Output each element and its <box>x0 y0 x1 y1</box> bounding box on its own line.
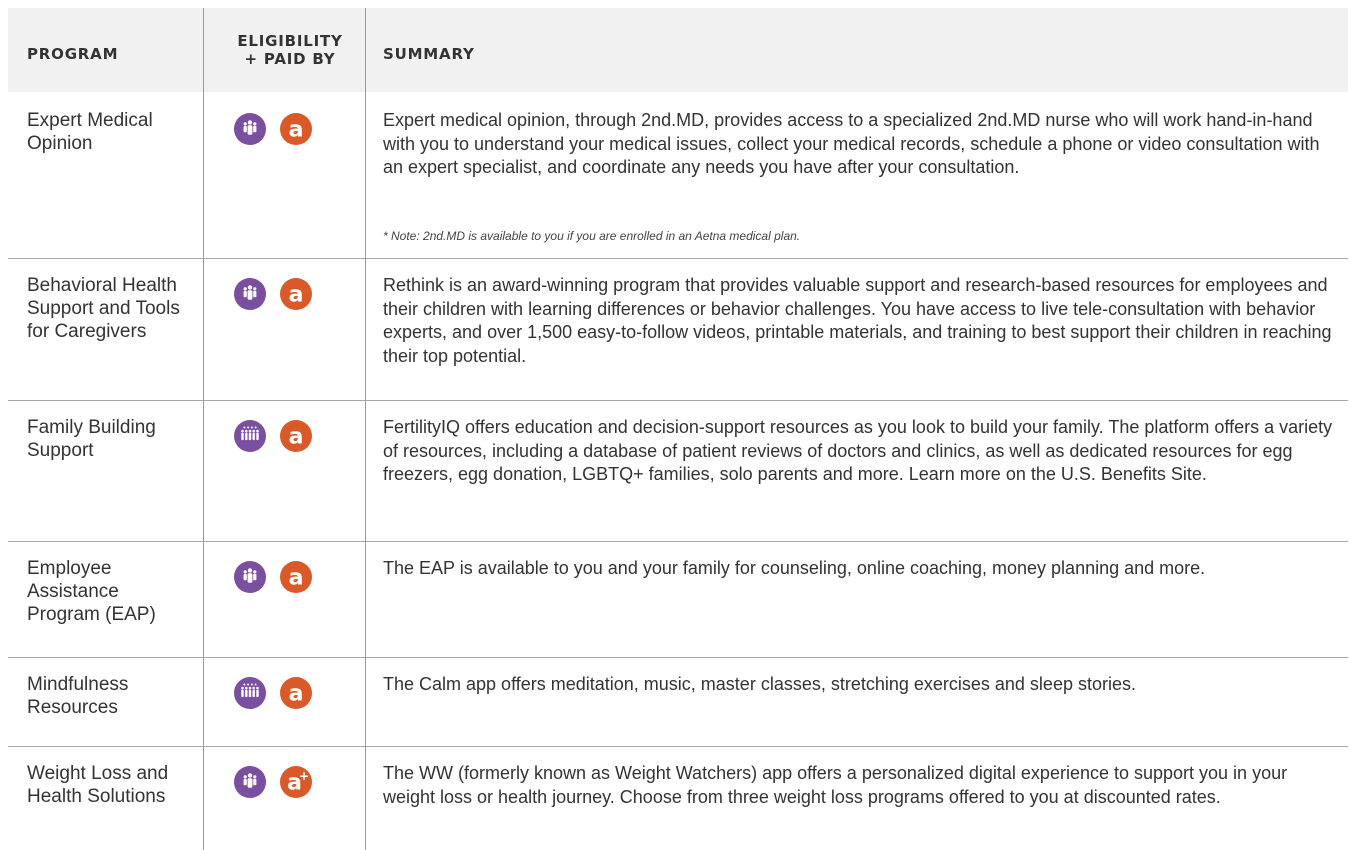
header-summary: SUMMARY <box>383 45 475 63</box>
header-eligibility-line2: + PAID BY <box>244 50 336 68</box>
column-divider-2 <box>365 8 366 850</box>
program-name: Employee Assistance Program (EAP) <box>27 558 156 625</box>
program-summary: FertilityIQ offers education and decisio… <box>383 417 1333 484</box>
program-name: Expert Medical Opinion <box>27 110 153 154</box>
program-summary: The EAP is available to you and your fam… <box>383 558 1206 578</box>
svg-text:a: a <box>289 118 304 143</box>
svg-text:a: a <box>289 566 304 591</box>
program-name: Family Building Support <box>27 417 156 461</box>
table-row: Behavioral Health Support and Tools for … <box>8 258 1348 401</box>
program-summary: Expert medical opinion, through 2nd.MD, … <box>383 110 1320 177</box>
header-eligibility-line1: ELIGIBILITY <box>237 32 343 50</box>
company-paid-icon: a <box>280 420 312 452</box>
program-note: * Note: 2nd.MD is available to you if yo… <box>383 229 801 243</box>
program-summary: Rethink is an award-winning program that… <box>383 275 1332 366</box>
program-summary: The WW (formerly known as Weight Watcher… <box>383 763 1288 807</box>
table-row: Mindfulness Resources a The Calm app offe… <box>8 657 1348 747</box>
program-name: Mindfulness Resources <box>27 674 129 718</box>
company-paid-icon: a <box>280 278 312 310</box>
svg-text:a: a <box>289 682 304 707</box>
program-name: Weight Loss and Health Solutions <box>27 763 169 807</box>
employee-icon <box>234 113 266 145</box>
program-name: Behavioral Health Support and Tools for … <box>27 275 180 342</box>
table-header: PROGRAM ELIGIBILITY + PAID BY SUMMARY <box>8 8 1348 92</box>
program-summary: The Calm app offers meditation, music, m… <box>383 674 1136 694</box>
header-program: PROGRAM <box>27 45 119 63</box>
svg-text:+: + <box>299 769 309 783</box>
company-paid-icon: a <box>280 561 312 593</box>
table-row: Weight Loss and Health Solutions a + The W… <box>8 746 1348 850</box>
header-eligibility: ELIGIBILITY + PAID BY <box>230 32 350 68</box>
employee-icon <box>234 278 266 310</box>
table-row: Family Building Support a FertilityIQ off… <box>8 400 1348 542</box>
column-divider-1 <box>203 8 204 850</box>
company-paid-icon: a <box>280 677 312 709</box>
family-icon <box>234 677 266 709</box>
employee-icon <box>234 766 266 798</box>
table-row: Expert Medical Opinion a Expert medical o… <box>8 93 1348 259</box>
company-paid-icon: a <box>280 113 312 145</box>
company-paid-plus-icon: a + <box>280 766 312 798</box>
table-row: Employee Assistance Program (EAP) a The E… <box>8 541 1348 658</box>
svg-text:a: a <box>289 283 304 308</box>
family-icon <box>234 420 266 452</box>
employee-icon <box>234 561 266 593</box>
svg-text:a: a <box>289 425 304 450</box>
